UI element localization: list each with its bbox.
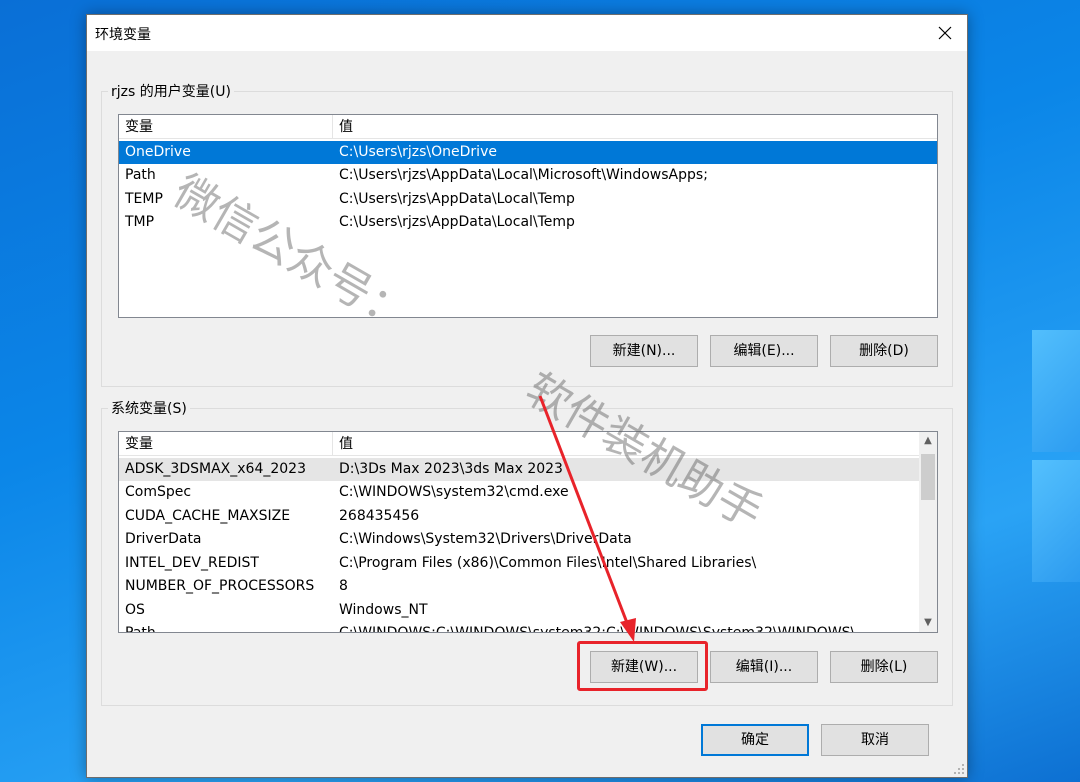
desktop-tile xyxy=(1032,330,1080,452)
table-row[interactable]: Path C:\WINDOWS;C:\WINDOWS\system32;C:\W… xyxy=(119,622,919,633)
var-name: Path xyxy=(125,625,156,633)
user-delete-button[interactable]: 删除(D) xyxy=(830,335,938,367)
var-value: C:\Program Files (x86)\Common Files\Inte… xyxy=(339,555,757,571)
var-value: C:\Users\rjzs\AppData\Local\Temp xyxy=(339,191,575,207)
scroll-thumb[interactable] xyxy=(921,454,935,500)
user-edit-button[interactable]: 编辑(E)... xyxy=(710,335,818,367)
close-icon xyxy=(938,26,952,40)
var-value: 8 xyxy=(339,578,348,594)
dialog-title: 环境变量 xyxy=(95,27,151,43)
var-name: TMP xyxy=(125,214,155,230)
var-value: D:\3Ds Max 2023\3ds Max 2023 xyxy=(339,461,563,477)
title-bar: 环境变量 xyxy=(87,15,967,51)
var-name: INTEL_DEV_REDIST xyxy=(125,555,259,571)
table-row[interactable]: CUDA_CACHE_MAXSIZE 268435456 xyxy=(119,505,919,528)
cancel-button[interactable]: 取消 xyxy=(821,724,929,756)
column-header-value[interactable]: 值 xyxy=(333,115,937,139)
var-value: C:\Windows\System32\Drivers\DriverData xyxy=(339,531,632,547)
var-value: C:\WINDOWS\system32\cmd.exe xyxy=(339,484,569,500)
table-row[interactable]: OS Windows_NT xyxy=(119,599,919,622)
table-row[interactable]: TMP C:\Users\rjzs\AppData\Local\Temp xyxy=(119,211,937,234)
table-row[interactable]: OneDrive C:\Users\rjzs\OneDrive xyxy=(119,141,937,164)
list-header: 变量 值 xyxy=(119,432,919,456)
resize-grip-icon[interactable] xyxy=(953,763,965,775)
user-variables-label: rjzs 的用户变量(U) xyxy=(108,81,234,101)
table-row[interactable]: TEMP C:\Users\rjzs\AppData\Local\Temp xyxy=(119,188,937,211)
user-variables-group: rjzs 的用户变量(U) 变量 值 OneDrive C:\Users\rjz… xyxy=(101,81,953,387)
close-button[interactable] xyxy=(923,15,967,51)
var-name: OneDrive xyxy=(125,144,191,160)
vertical-scrollbar[interactable]: ▲ ▼ xyxy=(919,432,937,632)
system-new-button[interactable]: 新建(W)... xyxy=(590,651,698,683)
table-row[interactable]: NUMBER_OF_PROCESSORS 8 xyxy=(119,575,919,598)
var-name: CUDA_CACHE_MAXSIZE xyxy=(125,508,291,524)
var-name: Path xyxy=(125,167,156,183)
var-value: C:\Users\rjzs\AppData\Local\Microsoft\Wi… xyxy=(339,167,708,183)
table-row[interactable]: INTEL_DEV_REDIST C:\Program Files (x86)\… xyxy=(119,552,919,575)
list-header: 变量 值 xyxy=(119,115,937,139)
system-variables-group: 系统变量(S) 变量 值 ADSK_3DSMAX_x64_2023 D:\3Ds… xyxy=(101,398,953,706)
var-value: C:\Users\rjzs\AppData\Local\Temp xyxy=(339,214,575,230)
var-name: TEMP xyxy=(125,191,163,207)
var-name: OS xyxy=(125,602,145,618)
var-name: NUMBER_OF_PROCESSORS xyxy=(125,578,315,594)
var-value: 268435456 xyxy=(339,508,420,524)
var-name: ADSK_3DSMAX_x64_2023 xyxy=(125,461,306,477)
user-new-button[interactable]: 新建(N)... xyxy=(590,335,698,367)
column-header-name[interactable]: 变量 xyxy=(119,115,333,139)
scroll-up-icon[interactable]: ▲ xyxy=(919,432,937,450)
table-row[interactable]: ADSK_3DSMAX_x64_2023 D:\3Ds Max 2023\3ds… xyxy=(119,458,919,481)
system-variables-list[interactable]: 变量 值 ADSK_3DSMAX_x64_2023 D:\3Ds Max 202… xyxy=(118,431,938,633)
environment-variables-dialog: 环境变量 rjzs 的用户变量(U) 变量 值 OneDrive C:\User… xyxy=(86,14,968,778)
var-value: C:\WINDOWS;C:\WINDOWS\system32;C:\WINDOW… xyxy=(339,625,856,633)
scroll-down-icon[interactable]: ▼ xyxy=(919,614,937,632)
column-header-value[interactable]: 值 xyxy=(333,432,919,456)
ok-button[interactable]: 确定 xyxy=(701,724,809,756)
system-variables-label: 系统变量(S) xyxy=(108,398,190,418)
table-row[interactable]: Path C:\Users\rjzs\AppData\Local\Microso… xyxy=(119,164,937,187)
var-value: Windows_NT xyxy=(339,602,428,618)
table-row[interactable]: DriverData C:\Windows\System32\Drivers\D… xyxy=(119,528,919,551)
system-edit-button[interactable]: 编辑(I)... xyxy=(710,651,818,683)
user-variables-list[interactable]: 变量 值 OneDrive C:\Users\rjzs\OneDrive Pat… xyxy=(118,114,938,318)
var-value: C:\Users\rjzs\OneDrive xyxy=(339,144,497,160)
var-name: ComSpec xyxy=(125,484,192,500)
column-header-name[interactable]: 变量 xyxy=(119,432,333,456)
system-delete-button[interactable]: 删除(L) xyxy=(830,651,938,683)
var-name: DriverData xyxy=(125,531,202,547)
desktop-tile xyxy=(1032,460,1080,582)
table-row[interactable]: ComSpec C:\WINDOWS\system32\cmd.exe xyxy=(119,481,919,504)
